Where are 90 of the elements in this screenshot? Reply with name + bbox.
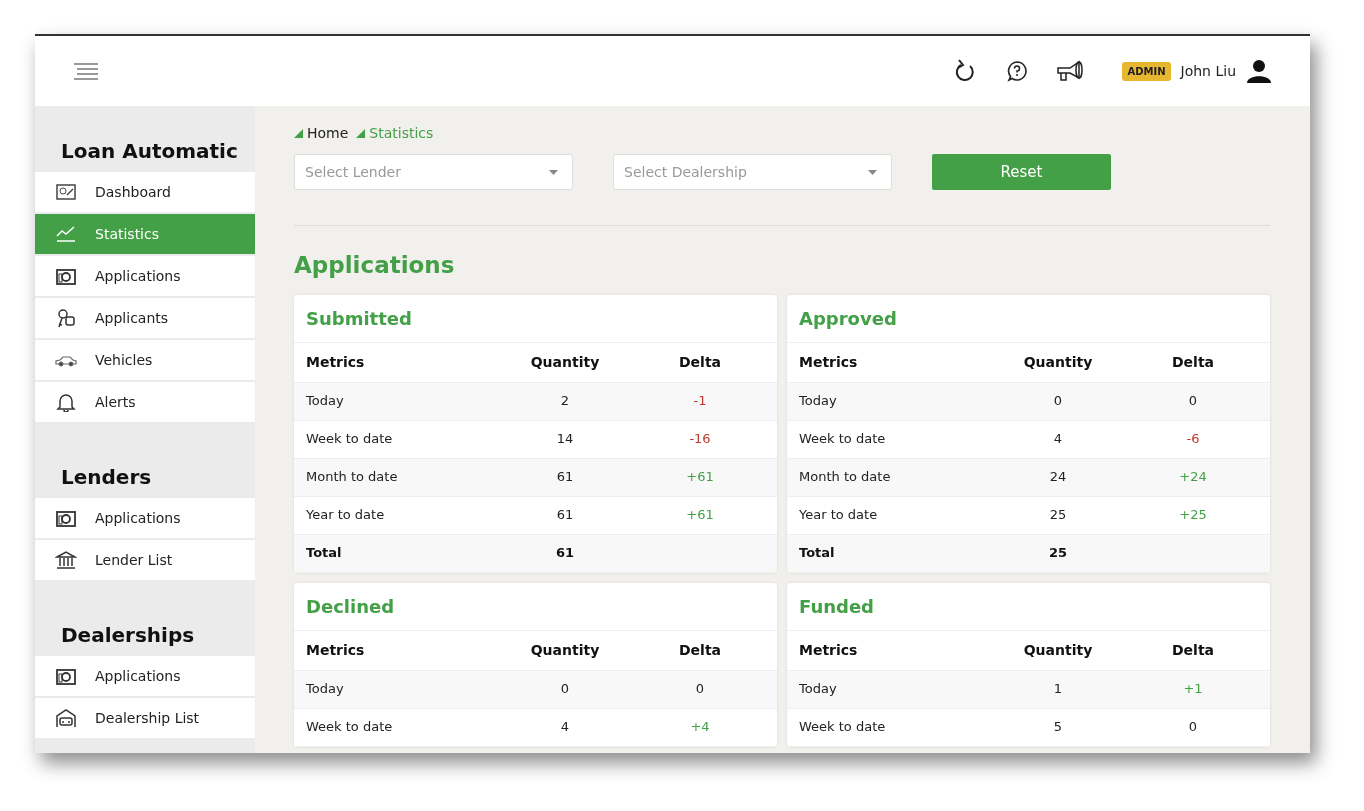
camera-icon	[55, 266, 77, 286]
camera-icon	[55, 666, 77, 686]
delta-value: +24	[1178, 468, 1208, 487]
keys-icon	[55, 308, 77, 328]
metric-label: Month to date	[306, 468, 399, 487]
metric-label: Today	[799, 392, 838, 411]
delta-value: 0	[694, 680, 706, 699]
delta-value: +61	[685, 468, 715, 487]
delta-value: 0	[1187, 392, 1199, 411]
triangle-icon	[356, 129, 366, 138]
sidebar-item[interactable]: Lender List	[35, 540, 255, 580]
metric-label: Month to date	[799, 468, 892, 487]
column-header: Delta	[677, 640, 723, 660]
dashboard-icon	[55, 182, 77, 202]
quantity-value: 14	[555, 430, 575, 449]
total-value: 61	[554, 544, 576, 563]
breadcrumb-link[interactable]: Home	[307, 123, 349, 144]
sidebar-item[interactable]: Alerts	[35, 382, 255, 422]
metric-label: Today	[799, 680, 838, 699]
card-title: Funded	[787, 582, 1270, 631]
megaphone-icon[interactable]	[1056, 60, 1085, 82]
delta-value: -1	[692, 392, 708, 411]
sidebar-item[interactable]: Dashboard	[35, 172, 255, 212]
column-header: Metrics	[306, 640, 366, 660]
metric-label: Today	[306, 680, 345, 699]
delta-value: -16	[688, 430, 712, 449]
column-header: Delta	[677, 352, 723, 372]
quantity-value: 2	[559, 392, 571, 411]
metric-label: Week to date	[306, 430, 394, 449]
sidebar-item[interactable]: Applications	[35, 498, 255, 538]
quantity-value: 24	[1048, 468, 1068, 487]
sidebar-item[interactable]: Applications	[35, 256, 255, 296]
column-header: Metrics	[799, 352, 859, 372]
quantity-value: 4	[1052, 430, 1064, 449]
column-header: Quantity	[529, 352, 601, 372]
bank-icon	[55, 550, 77, 570]
column-header: Metrics	[306, 352, 366, 372]
metric-label: Week to date	[799, 718, 887, 737]
sidebar-item[interactable]: Applicants	[35, 298, 255, 338]
caret-icon	[549, 169, 558, 175]
sidebar-item[interactable]: Vehicles	[35, 340, 255, 380]
column-header: Quantity	[1022, 640, 1094, 660]
quantity-value: 25	[1048, 506, 1068, 525]
sidebar-section-title: Loan Automatic	[60, 138, 239, 165]
sidebar-item[interactable]: Applications	[35, 656, 255, 696]
bell-icon	[55, 392, 77, 412]
help-icon[interactable]	[1006, 60, 1029, 82]
user-name[interactable]: John Liu	[1180, 60, 1236, 82]
card-title: Approved	[787, 294, 1270, 343]
delta-value: +1	[1182, 680, 1204, 699]
card-title: Declined	[294, 582, 777, 631]
section-title: Applications	[294, 251, 456, 280]
role-badge: ADMIN	[1122, 61, 1171, 81]
total-label: Total	[306, 544, 343, 563]
garage-car-icon	[55, 708, 77, 728]
delta-value: -6	[1185, 430, 1201, 449]
column-header: Quantity	[529, 640, 601, 660]
delta-value: +61	[685, 506, 715, 525]
card-title: Submitted	[294, 294, 777, 343]
metric-label: Week to date	[306, 718, 394, 737]
quantity-value: 0	[1052, 392, 1064, 411]
sidebar-item[interactable]: Dealership List	[35, 698, 255, 738]
column-header: Quantity	[1022, 352, 1094, 372]
menu-icon[interactable]	[73, 62, 99, 80]
quantity-value: 61	[555, 468, 575, 487]
camera-icon	[55, 508, 77, 528]
quantity-value: 4	[559, 718, 571, 737]
chart-icon	[55, 224, 77, 244]
sidebar-section-title: Lenders	[60, 464, 153, 491]
delta-value: +25	[1178, 506, 1208, 525]
quantity-value: 1	[1052, 680, 1064, 699]
metric-label: Week to date	[799, 430, 887, 449]
quantity-value: 0	[559, 680, 571, 699]
delta-value: 0	[1187, 718, 1199, 737]
user-avatar-icon[interactable]	[1246, 58, 1272, 84]
column-header: Delta	[1170, 640, 1216, 660]
triangle-icon	[294, 129, 303, 138]
quantity-value: 5	[1052, 718, 1064, 737]
metric-label: Year to date	[306, 506, 386, 525]
metric-label: Today	[306, 392, 345, 411]
metric-label: Year to date	[799, 506, 879, 525]
delta-value: +4	[689, 718, 711, 737]
sidebar-section-title: Dealerships	[60, 622, 196, 649]
quantity-value: 61	[555, 506, 575, 525]
total-value: 25	[1047, 544, 1069, 563]
caret-icon	[868, 169, 877, 175]
total-label: Total	[799, 544, 836, 563]
column-header: Delta	[1170, 352, 1216, 372]
refresh-icon[interactable]	[954, 59, 977, 83]
column-header: Metrics	[799, 640, 859, 660]
